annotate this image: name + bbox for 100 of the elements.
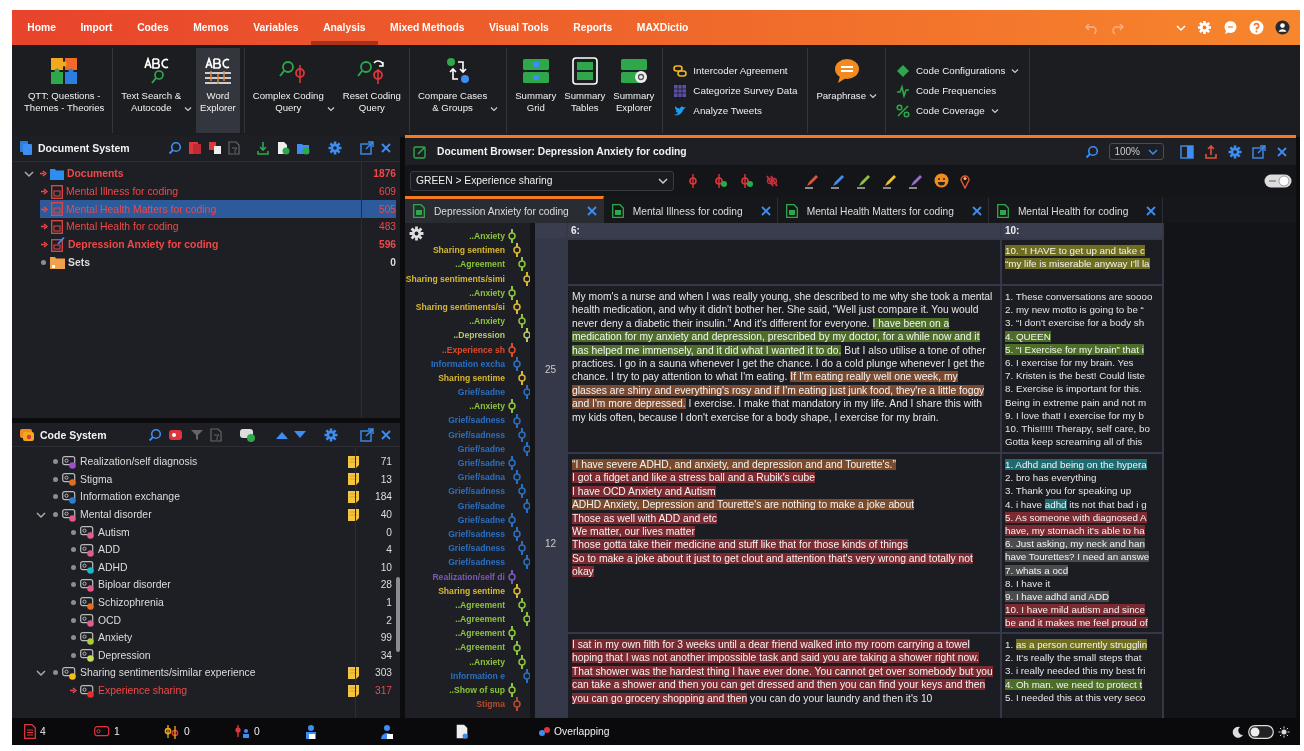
code-name[interactable]: ADD bbox=[98, 544, 120, 556]
ribbon-button[interactable]: Code Configurations bbox=[896, 63, 1020, 78]
coding-stripe-icon[interactable] bbox=[523, 271, 530, 286]
ribbon-button[interactable]: Text Search & Autocode bbox=[117, 48, 197, 133]
user-document-icon[interactable] bbox=[304, 724, 318, 739]
code-margin-label[interactable]: ..Anxiety bbox=[405, 399, 505, 414]
coding-stripe-icon[interactable] bbox=[508, 399, 516, 414]
search-icon[interactable] bbox=[148, 427, 162, 442]
ribbon-button[interactable]: QTT: Questions - Themes - Theories bbox=[20, 48, 109, 133]
pulse-icon[interactable] bbox=[896, 83, 910, 98]
close-icon[interactable] bbox=[1145, 205, 1158, 217]
settings-icon[interactable] bbox=[1228, 144, 1242, 159]
highlighter-icon[interactable] bbox=[908, 172, 924, 189]
tree-row[interactable]: Depression Anxiety for coding 596 bbox=[40, 235, 396, 254]
code-margin-label[interactable]: Sharing sentimen bbox=[405, 243, 505, 258]
tree-row[interactable]: Sets 0 bbox=[22, 253, 396, 272]
ribbon-button[interactable]: Code Coverage bbox=[896, 103, 1020, 118]
ribbon-button[interactable]: Reset Coding Query bbox=[338, 48, 405, 133]
code-name[interactable]: Experience sharing bbox=[98, 685, 187, 696]
magnifier-pin-icon[interactable] bbox=[356, 58, 387, 84]
coding-stripe-icon[interactable] bbox=[508, 285, 516, 300]
compare-arrows-icon[interactable] bbox=[445, 57, 472, 85]
ribbon-button[interactable]: Complex Coding Query bbox=[248, 48, 339, 133]
coding-stripe-icon[interactable] bbox=[508, 626, 516, 641]
diamond-icon[interactable] bbox=[896, 63, 910, 78]
coding-stripe-icon[interactable] bbox=[518, 314, 526, 329]
coding-stripe-icon[interactable] bbox=[508, 229, 516, 244]
code-margin-label[interactable]: ..Depression bbox=[405, 328, 505, 343]
code-margin-label[interactable]: ..Show of sup bbox=[405, 683, 505, 698]
code-name[interactable]: Depression bbox=[98, 649, 151, 661]
code-margin-label[interactable]: Sharing sentime bbox=[405, 583, 505, 598]
arrow-up-icon[interactable] bbox=[276, 430, 288, 439]
code-pin-icon[interactable] bbox=[738, 172, 754, 189]
memo-icon[interactable] bbox=[347, 455, 359, 468]
grid-icon[interactable] bbox=[673, 83, 688, 98]
close-icon[interactable] bbox=[380, 142, 392, 154]
code-dropdown[interactable]: GREEN > Experience sharing bbox=[410, 170, 674, 191]
coding-stripe-icon[interactable] bbox=[513, 300, 521, 315]
help-icon[interactable] bbox=[1249, 20, 1264, 35]
code-margin-label[interactable]: Sharing sentiments/simi bbox=[405, 271, 505, 286]
coding-stripe-icon[interactable] bbox=[513, 243, 521, 258]
code-name[interactable]: Stigma bbox=[80, 473, 113, 485]
pin-user-icon[interactable] bbox=[234, 724, 250, 739]
memo-icon[interactable] bbox=[347, 491, 359, 503]
code-margin-label[interactable]: Sharing sentime bbox=[405, 370, 505, 386]
menu-tab[interactable]: Memos bbox=[180, 10, 241, 45]
code-name[interactable]: ADHD bbox=[98, 561, 128, 573]
code-margin-label[interactable]: ..Experience sh bbox=[405, 342, 505, 357]
caret-icon[interactable] bbox=[990, 107, 999, 114]
memo-icon[interactable] bbox=[347, 684, 359, 697]
activation-arrow-icon[interactable] bbox=[40, 223, 48, 231]
user-icon[interactable] bbox=[380, 724, 394, 739]
activation-arrow-icon[interactable] bbox=[69, 687, 77, 694]
code-name[interactable]: Schizophrenia bbox=[98, 597, 164, 609]
ribbon-button[interactable]: Code Frequencies bbox=[896, 83, 1020, 98]
coding-stripe-icon[interactable] bbox=[518, 257, 526, 272]
export-icon[interactable] bbox=[1204, 144, 1218, 159]
code-pins-icon[interactable] bbox=[164, 724, 180, 739]
close-icon[interactable] bbox=[380, 428, 392, 441]
arrow-down-icon[interactable] bbox=[294, 430, 306, 439]
code-margin-label[interactable]: ..Anxiety bbox=[405, 285, 505, 300]
code-name[interactable]: Information exchange bbox=[80, 491, 180, 503]
percent-icon[interactable] bbox=[896, 103, 910, 118]
stacked-documents-icon[interactable] bbox=[188, 141, 202, 155]
ribbon-button[interactable]: Compare Cases & Groups bbox=[413, 48, 503, 133]
highlighter-icon[interactable] bbox=[856, 172, 872, 189]
ribbon-button[interactable]: Analyze Tweets bbox=[673, 103, 798, 118]
menu-tab[interactable]: Home bbox=[15, 10, 69, 45]
location-pin-icon[interactable] bbox=[959, 172, 971, 189]
code-margin-label[interactable]: ..Anxiety bbox=[405, 654, 505, 669]
code-pin-icon[interactable] bbox=[712, 172, 728, 189]
close-icon[interactable] bbox=[585, 205, 598, 217]
highlighter-icon[interactable] bbox=[804, 172, 820, 189]
ribbon-button[interactable]: Summary Grid bbox=[511, 48, 561, 133]
memo-icon[interactable] bbox=[347, 473, 359, 486]
ribbon-button[interactable]: Summary Tables bbox=[560, 48, 610, 133]
expand-chevron-icon[interactable] bbox=[24, 169, 34, 178]
filter-icon[interactable] bbox=[190, 428, 204, 441]
search-icon[interactable] bbox=[168, 141, 182, 155]
code-margin-label[interactable]: ..Agreement bbox=[405, 640, 505, 655]
ribbon-button[interactable]: Summary Explorer bbox=[609, 48, 659, 133]
code-margin-label[interactable]: ..Agreement bbox=[405, 597, 505, 613]
bird-icon[interactable] bbox=[673, 103, 688, 118]
document-icon[interactable] bbox=[456, 724, 468, 739]
download-icon[interactable] bbox=[256, 141, 270, 155]
activation-arrow-icon[interactable] bbox=[40, 241, 48, 249]
code-tag-icon[interactable] bbox=[94, 726, 110, 737]
code-margin-label[interactable]: ..Agreement bbox=[405, 612, 505, 627]
close-icon[interactable] bbox=[1276, 145, 1288, 158]
chevron-down-icon[interactable] bbox=[1148, 147, 1158, 156]
activation-arrow-icon[interactable] bbox=[39, 170, 47, 178]
code-name[interactable]: OCD bbox=[98, 614, 122, 626]
code-margin-label[interactable]: Sharing sentiments/si bbox=[405, 299, 505, 315]
add-code-icon[interactable] bbox=[240, 427, 256, 442]
caret-icon[interactable] bbox=[1011, 67, 1020, 74]
settings-icon[interactable] bbox=[324, 427, 338, 442]
menu-tab[interactable]: Import bbox=[68, 10, 125, 45]
memo-icon[interactable] bbox=[347, 666, 359, 679]
code-margin-label[interactable]: ..Agreement bbox=[405, 626, 505, 641]
code-name[interactable]: Anxiety bbox=[98, 632, 133, 644]
